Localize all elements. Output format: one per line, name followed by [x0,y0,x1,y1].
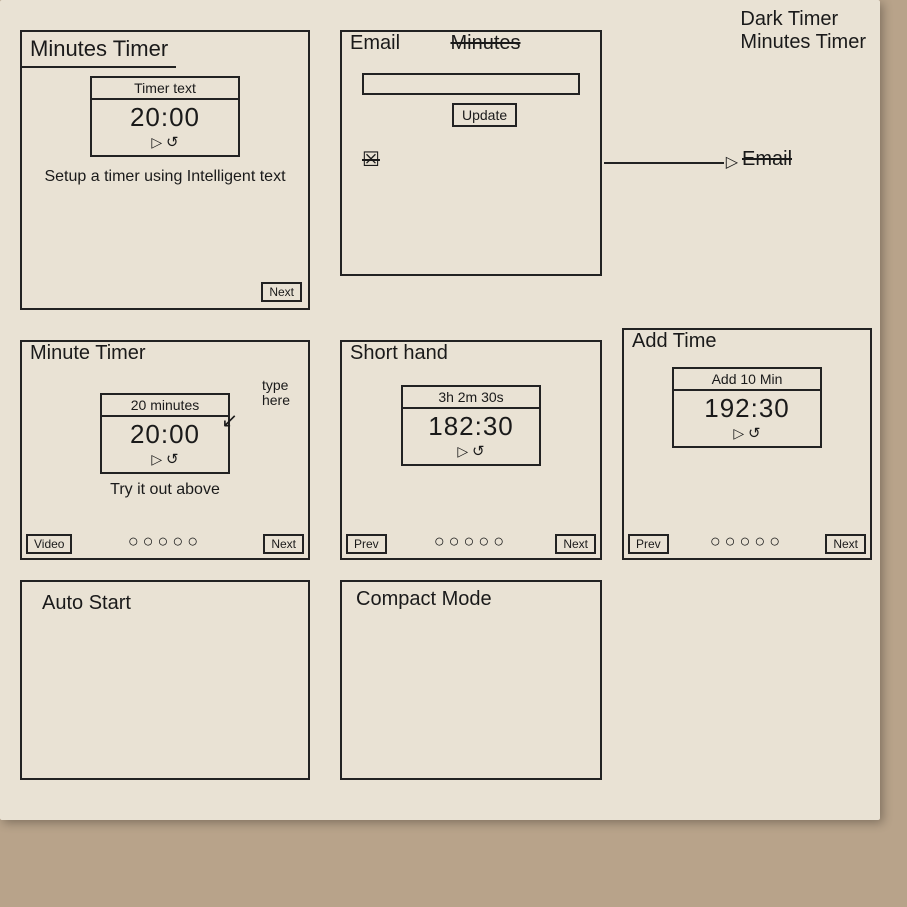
update-button[interactable]: Update [452,103,517,127]
panel-title: Minute Timer [22,338,154,368]
email-arrow-label: Email [742,148,792,171]
panel-compact-mode: Compact Mode [340,580,602,780]
reset-icon[interactable] [472,443,485,459]
panel-minute-timer-try: Minute Timer type here ↙ 20 minutes 20:0… [20,340,310,560]
timer-controls [102,450,228,472]
timer-controls [403,442,539,464]
panel-auto-start: Auto Start [20,580,310,780]
timer-display: 192:30 [674,391,820,424]
panel-title: Email [342,28,408,58]
timer-display: 20:00 [92,100,238,133]
reset-icon[interactable] [748,425,761,441]
play-icon[interactable] [151,134,162,150]
panel-title: Add Time [624,326,724,356]
reset-icon[interactable] [166,134,179,150]
play-icon[interactable] [151,451,162,467]
panel-shorthand: Short hand 3h 2m 30s 182:30 Prev ○○○○○ N… [340,340,602,560]
panel-caption: Setup a timer using Intelligent text [22,167,308,186]
timer-display: 20:00 [102,417,228,450]
timer-widget: Timer text 20:00 [90,76,240,157]
play-icon[interactable] [457,443,468,459]
panel-minutes-timer-intro: Minutes Timer Timer text 20:00 Setup a t… [20,30,310,310]
timer-controls [674,424,820,446]
arrow-down-icon: ↙ [221,408,238,433]
timer-controls [92,133,238,155]
panel-caption: Try it out above [22,480,308,499]
timer-display: 182:30 [403,409,539,442]
panel-title: Short hand [342,338,456,368]
timer-text-input[interactable]: Add 10 Min [674,369,820,391]
panel-title: Auto Start [22,582,308,619]
corner-note: Dark Timer Minutes Timer [740,8,866,54]
next-button[interactable]: Next [261,282,302,302]
next-button[interactable]: Next [825,534,866,554]
panel-title: Minutes Timer [22,32,176,68]
play-icon[interactable] [733,425,744,441]
next-button[interactable]: Next [263,534,304,554]
timer-text-input[interactable]: Timer text [92,78,238,100]
corner-note-line: Dark Timer [740,8,866,31]
arrow-line [604,162,724,164]
corner-note-line: Minutes Timer [740,31,866,54]
reset-icon[interactable] [166,451,179,467]
timer-text-input[interactable]: 3h 2m 30s [403,387,539,409]
paper-sheet: Dark Timer Minutes Timer Minutes Timer T… [0,0,880,820]
scribble-icon: ☒ [362,147,600,172]
timer-text-input[interactable]: 20 minutes [102,395,228,417]
next-button[interactable]: Next [555,534,596,554]
panel-email: Email Minutes Update ☒ [340,30,602,276]
timer-widget: Add 10 Min 192:30 [672,367,822,448]
type-here-hint: type here [262,378,290,409]
panel-add-time: Add Time Add 10 Min 192:30 Prev ○○○○○ Ne… [622,328,872,560]
timer-widget: 20 minutes 20:00 [100,393,230,474]
email-input[interactable] [362,73,580,95]
panel-title: Compact Mode [342,582,600,615]
timer-widget: 3h 2m 30s 182:30 [401,385,541,466]
panel-title-struck: Minutes [442,28,528,58]
